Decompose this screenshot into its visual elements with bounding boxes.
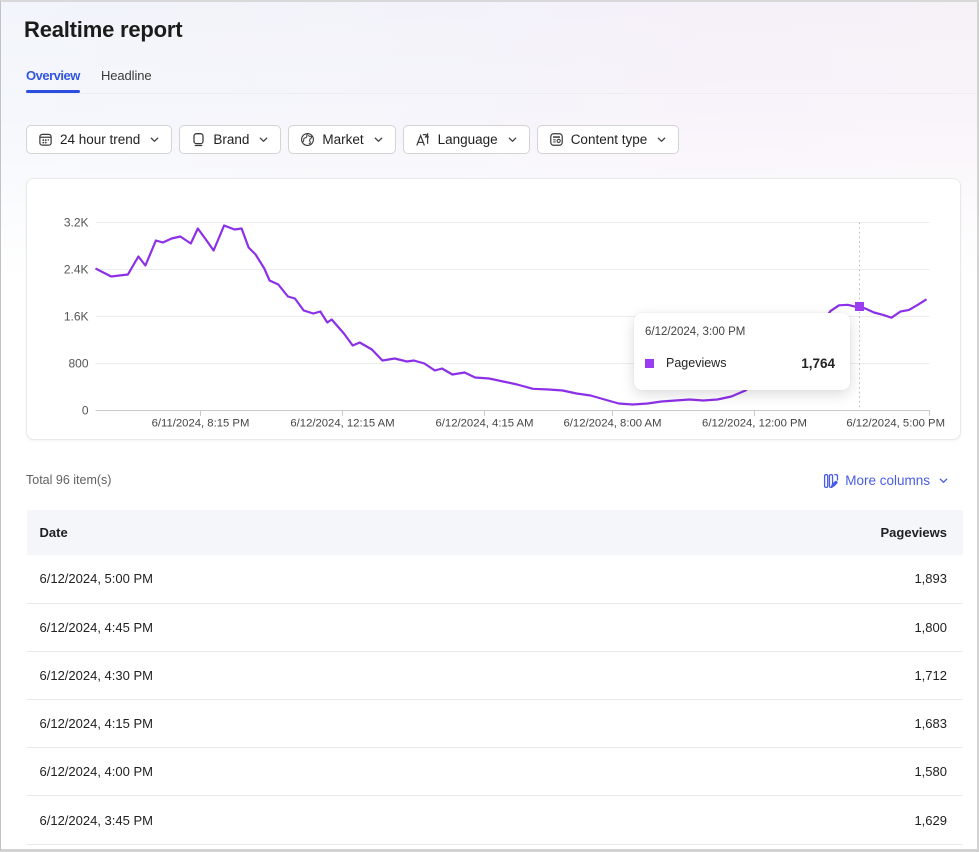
svg-text:6/11/2024, 8:15 PM: 6/11/2024, 8:15 PM xyxy=(151,418,249,430)
svg-text:3.2K: 3.2K xyxy=(63,216,88,230)
svg-text:6/12/2024, 4:15 AM: 6/12/2024, 4:15 AM xyxy=(435,418,533,430)
svg-text:0: 0 xyxy=(81,404,88,418)
svg-text:6/12/2024, 12:15 AM: 6/12/2024, 12:15 AM xyxy=(290,418,394,430)
svg-text:6/12/2024, 12:00 PM: 6/12/2024, 12:00 PM xyxy=(702,418,807,430)
svg-text:2.4K: 2.4K xyxy=(63,263,88,277)
svg-text:800: 800 xyxy=(68,357,88,371)
svg-text:6/12/2024, 8:00 AM: 6/12/2024, 8:00 AM xyxy=(563,418,661,430)
svg-text:1.6K: 1.6K xyxy=(63,310,88,324)
svg-text:6/12/2024, 5:00 PM: 6/12/2024, 5:00 PM xyxy=(846,418,945,430)
